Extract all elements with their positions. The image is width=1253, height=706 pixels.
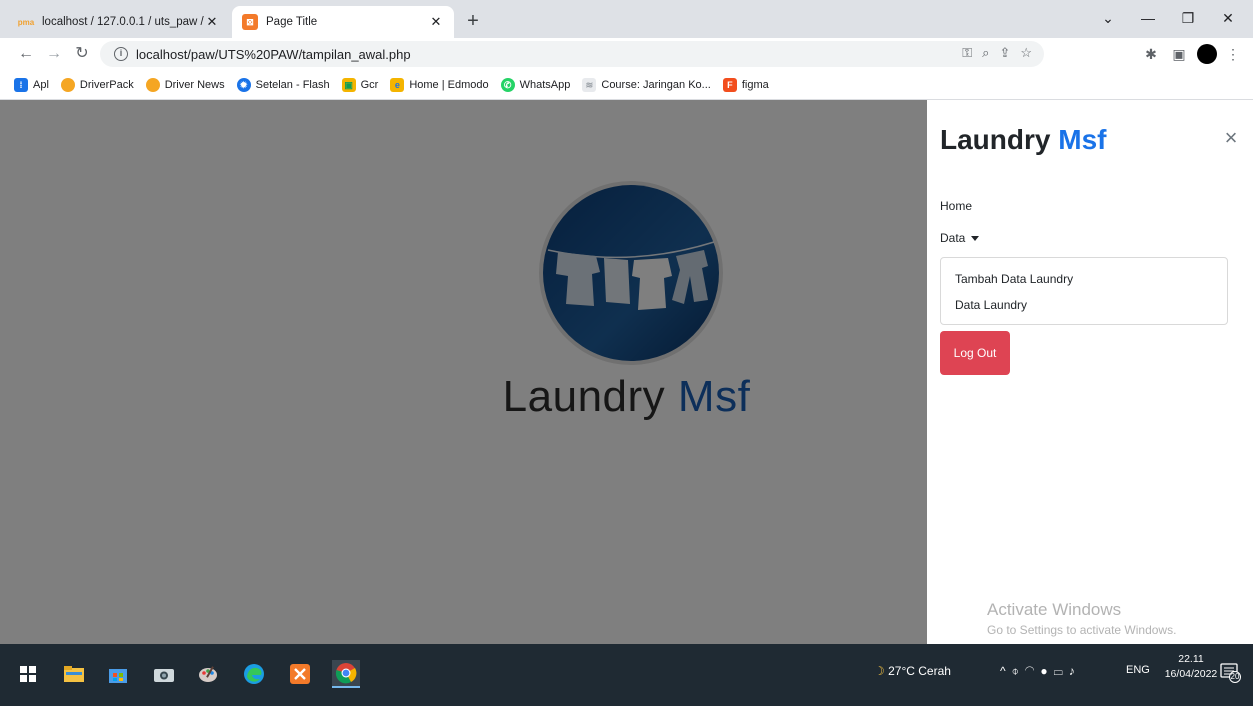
windows-taskbar: ☽ 27°C Cerah ^⌽◠●▭♪ ENG 22.11 16/04/2022…: [0, 644, 1253, 706]
offcanvas-menu: Laundry Msf × Home Data Tambah Data Laun…: [927, 100, 1253, 644]
tab-title: Page Title: [266, 16, 318, 28]
menu-icon[interactable]: ⋮: [1222, 44, 1244, 64]
dropdown-item-tambah-data[interactable]: Tambah Data Laundry: [941, 266, 1227, 292]
camera-icon[interactable]: [150, 660, 178, 688]
page-viewport: Laundry Msf Laundry Msf × Home Data Tamb…: [0, 100, 1253, 644]
classroom-icon: ▣: [341, 77, 356, 92]
pen-icon[interactable]: ⌽: [1012, 664, 1025, 678]
whatsapp-icon: ✆: [500, 77, 515, 92]
edmodo-icon: e: [390, 77, 405, 92]
key-icon[interactable]: ⚿: [962, 45, 972, 61]
weather-widget[interactable]: ☽ 27°C Cerah: [874, 664, 951, 678]
figma-icon: F: [722, 77, 737, 92]
volume-icon[interactable]: ♪: [1069, 664, 1081, 678]
bookmark-driver-news[interactable]: Driver News: [145, 77, 225, 92]
profile-avatar[interactable]: [1197, 44, 1217, 64]
nav-data-dropdown[interactable]: Data: [940, 231, 980, 245]
phpmyadmin-icon: pma: [17, 17, 35, 27]
edge-icon[interactable]: [240, 660, 268, 688]
dropdown-item-data-laundry[interactable]: Data Laundry: [941, 292, 1227, 318]
bookmark-apl[interactable]: ⁞ Apl: [14, 77, 49, 92]
system-tray-icons[interactable]: ^⌽◠●▭♪: [1000, 664, 1081, 679]
reload-button[interactable]: ↻: [70, 42, 94, 66]
chrome-taskbar-icon[interactable]: [332, 660, 360, 688]
extensions-icon[interactable]: ✱: [1140, 44, 1162, 64]
nav-home-link[interactable]: Home: [940, 199, 972, 213]
bookmark-driverpack[interactable]: DriverPack: [60, 77, 134, 92]
language-indicator[interactable]: ENG: [1126, 664, 1150, 676]
bookmark-setelan-flash[interactable]: ✹ Setelan - Flash: [236, 77, 330, 92]
forward-button[interactable]: →: [42, 42, 66, 66]
battery-icon[interactable]: ▭: [1054, 664, 1069, 678]
address-bar[interactable]: i localhost/paw/UTS%20PAW/tampilan_awal.…: [100, 41, 1044, 67]
xampp-icon: ⊠: [242, 14, 258, 30]
restore-button[interactable]: ❐: [1173, 6, 1203, 30]
wifi-icon[interactable]: ◠: [1025, 664, 1041, 678]
info-icon[interactable]: i: [114, 47, 128, 61]
xampp-taskbar-icon[interactable]: [286, 660, 314, 688]
notification-count: 20: [1230, 672, 1240, 681]
share-icon[interactable]: ⇪: [999, 45, 1010, 61]
moon-weather-icon: ☽: [874, 664, 885, 678]
url-text: localhost/paw/UTS%20PAW/tampilan_awal.ph…: [136, 46, 411, 62]
paint-icon[interactable]: [194, 660, 222, 688]
bookmark-course[interactable]: ≋ Course: Jaringan Ko...: [582, 77, 711, 92]
offcanvas-close-icon[interactable]: ×: [1221, 127, 1241, 149]
driverpack-icon: [60, 77, 75, 92]
caret-down-icon: [971, 236, 980, 242]
windows-start-icon[interactable]: [14, 660, 42, 688]
browser-toolbar: ← → ↻ i localhost/paw/UTS%20PAW/tampilan…: [0, 38, 1253, 70]
gear-icon: ✹: [236, 77, 251, 92]
data-dropdown-menu: Tambah Data Laundry Data Laundry: [940, 257, 1228, 325]
apps-grid-icon: ⁞: [14, 77, 28, 92]
bookmark-gcr[interactable]: ▣ Gcr: [341, 77, 378, 92]
tab-phpmyadmin[interactable]: pma localhost / 127.0.0.1 / uts_paw / t …: [8, 6, 230, 38]
driverpack-icon: [145, 77, 160, 92]
bookmark-whatsapp[interactable]: ✆ WhatsApp: [500, 77, 570, 92]
side-panel-icon[interactable]: ▣: [1168, 44, 1190, 64]
tab-close-icon[interactable]: ✕: [204, 14, 220, 30]
logout-button[interactable]: Log Out: [940, 331, 1010, 375]
offcanvas-title: Laundry Msf: [940, 124, 1107, 155]
bookmark-edmodo[interactable]: e Home | Edmodo: [390, 77, 489, 92]
store-icon[interactable]: [104, 660, 132, 688]
chevron-up-icon[interactable]: ^: [1000, 664, 1012, 678]
tab-page-title[interactable]: ⊠ Page Title ✕: [232, 6, 454, 38]
bookmark-star-icon[interactable]: ☆: [1020, 45, 1032, 61]
activate-windows-watermark: Activate Windows Go to Settings to activ…: [987, 600, 1177, 637]
tab-search-icon[interactable]: ⌄: [1093, 6, 1123, 30]
minimize-button[interactable]: —: [1133, 6, 1163, 30]
back-button[interactable]: ←: [14, 42, 38, 66]
network-icon[interactable]: ●: [1040, 664, 1053, 678]
file-explorer-icon[interactable]: [60, 660, 88, 688]
zoom-icon[interactable]: ⌕: [982, 45, 989, 61]
tab-close-icon[interactable]: ✕: [428, 14, 444, 30]
notification-center-icon[interactable]: 20: [1219, 661, 1241, 683]
window-close-button[interactable]: ✕: [1213, 6, 1243, 30]
bookmark-figma[interactable]: Ffigma: [722, 77, 769, 92]
course-icon: ≋: [582, 77, 597, 92]
tab-title: localhost / 127.0.0.1 / uts_paw / t: [42, 16, 204, 28]
new-tab-button[interactable]: +: [460, 9, 486, 35]
clock[interactable]: 22.11 16/04/2022: [1163, 652, 1219, 682]
bookmarks-bar: ⁞ Apl DriverPack Driver News ✹ Setelan - F…: [0, 70, 1253, 100]
browser-tab-bar: pma localhost / 127.0.0.1 / uts_paw / t …: [0, 0, 1253, 38]
